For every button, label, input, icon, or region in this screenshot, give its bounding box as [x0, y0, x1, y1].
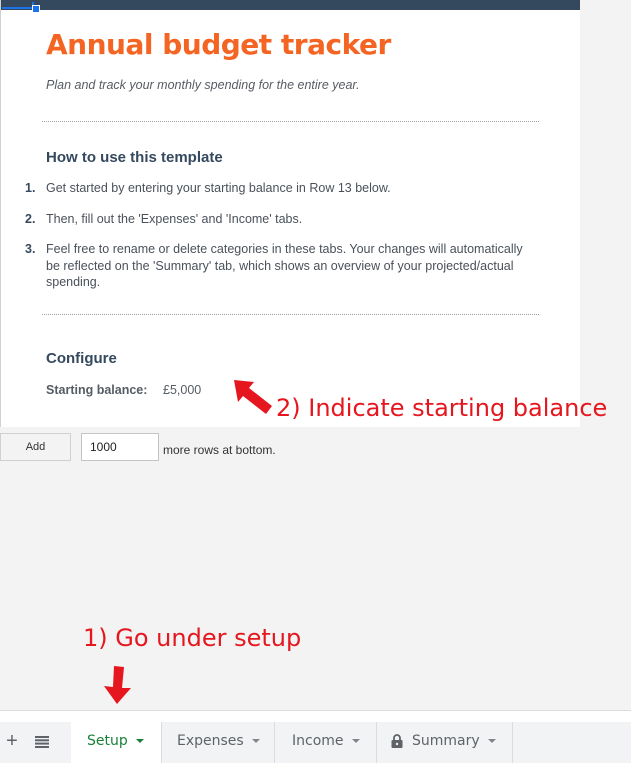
step-item: 3. Feel free to rename or delete categor…: [25, 241, 535, 291]
step-number: 3.: [25, 242, 36, 256]
annotation-arrow-icon: [104, 666, 131, 704]
lock-icon: [391, 734, 403, 748]
annotation-step2: 2) Indicate starting balance: [276, 394, 608, 422]
add-rows-button[interactable]: Add: [0, 433, 71, 461]
header-bar: [1, 0, 580, 10]
selected-cell[interactable]: [2, 2, 34, 9]
tab-summary[interactable]: Summary: [377, 722, 513, 763]
chevron-down-icon[interactable]: [251, 739, 260, 743]
chevron-down-icon[interactable]: [487, 739, 496, 743]
chevron-down-icon[interactable]: [135, 739, 144, 743]
step-number: 1.: [25, 181, 36, 195]
chevron-down-icon[interactable]: [351, 739, 360, 743]
tab-label: Summary: [412, 733, 480, 749]
step-text: Get started by entering your starting ba…: [46, 181, 391, 195]
fill-handle[interactable]: [32, 5, 40, 13]
how-to-steps: 1. Get started by entering your starting…: [25, 180, 535, 305]
all-sheets-icon[interactable]: [32, 722, 52, 763]
rows-count-input[interactable]: [81, 433, 159, 461]
divider: [42, 314, 539, 315]
tab-income[interactable]: Income: [275, 722, 377, 763]
annotation-arrow-icon: [234, 380, 272, 414]
page-subtitle: Plan and track your monthly spending for…: [46, 78, 360, 92]
step-text: Then, fill out the 'Expenses' and 'Incom…: [46, 211, 303, 226]
tab-label: Income: [292, 733, 344, 749]
annotation-step1: 1) Go under setup: [83, 624, 302, 652]
setup-sheet-content: Annual budget tracker Plan and track you…: [0, 0, 580, 427]
how-to-heading: How to use this template: [46, 149, 223, 166]
starting-balance-value[interactable]: £5,000: [163, 383, 201, 397]
plus-icon[interactable]: +: [2, 722, 22, 763]
configure-heading: Configure: [46, 350, 117, 367]
sheet-tab-bar: + Setup Expenses Income Summary: [0, 722, 631, 763]
step-item: 2. Then, fill out the 'Expenses' and 'In…: [25, 211, 535, 228]
tab-label: Setup: [87, 733, 128, 749]
tab-expenses[interactable]: Expenses: [162, 722, 275, 763]
add-rows-suffix: more rows at bottom.: [163, 443, 276, 457]
divider: [42, 121, 539, 122]
tab-label: Expenses: [177, 733, 244, 749]
step-item: 1. Get started by entering your starting…: [25, 180, 535, 197]
step-number: 2.: [25, 211, 36, 226]
starting-balance-label: Starting balance:: [46, 383, 148, 397]
page-title: Annual budget tracker: [46, 28, 391, 61]
step-text: Feel free to rename or delete categories…: [46, 242, 523, 289]
tab-setup[interactable]: Setup: [71, 722, 162, 763]
